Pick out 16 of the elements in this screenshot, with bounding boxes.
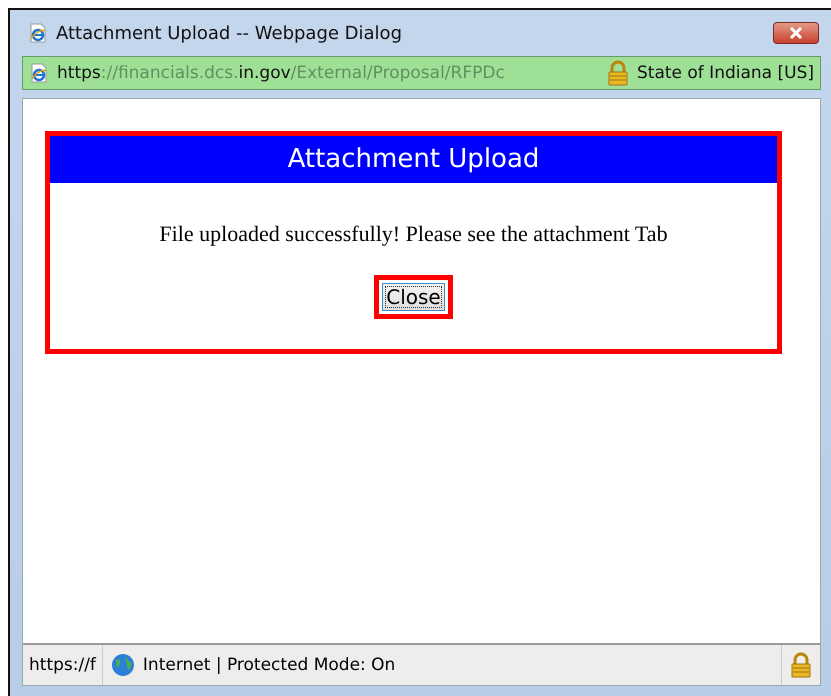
close-icon xyxy=(789,27,803,39)
page-icon xyxy=(29,63,49,83)
globe-icon xyxy=(110,653,135,677)
padlock-icon xyxy=(606,60,629,86)
close-button[interactable] xyxy=(773,22,819,44)
dialog-heading: Attachment Upload xyxy=(50,136,777,183)
window-title: Attachment Upload -- Webpage Dialog xyxy=(56,22,402,44)
browser-icon xyxy=(28,23,48,43)
url-text: https://financials.dcs.in.gov/External/Proposal/RFPDc xyxy=(57,63,506,83)
zone-label: Internet | Protected Mode: On xyxy=(142,655,396,675)
status-url: https://f xyxy=(23,645,103,685)
certificate-label: State of Indiana [US] xyxy=(636,63,814,83)
address-bar[interactable]: https://financials.dcs.in.gov/External/Proposal/RFPDc State of Indiana [US] xyxy=(22,56,821,90)
status-padlock-icon xyxy=(790,652,812,678)
message-text: File uploaded successfully! Please see the attachment Tab xyxy=(159,221,668,247)
close-dialog-button[interactable]: Close xyxy=(382,283,445,311)
